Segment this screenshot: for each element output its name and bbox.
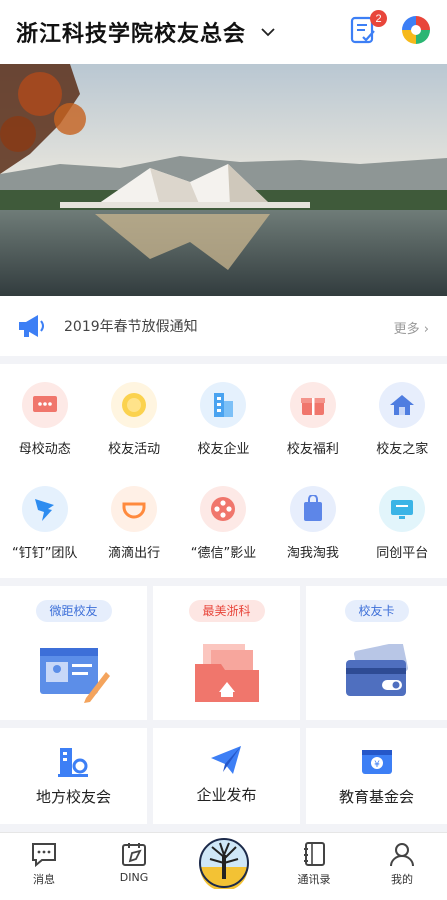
- tab-messages[interactable]: 消息: [14, 841, 74, 887]
- card-pill: 最美浙科: [188, 600, 265, 622]
- chevron-down-icon[interactable]: [260, 24, 276, 40]
- tab-label: 我的: [391, 873, 413, 886]
- gift-icon: [289, 382, 336, 428]
- grid-item-label: 滴滴出行: [108, 546, 161, 561]
- card-most-beautiful[interactable]: 最美浙科: [153, 586, 300, 720]
- app-switcher-icon[interactable]: [401, 15, 431, 45]
- grid-item-alumni-companies[interactable]: 校友企业: [179, 382, 268, 457]
- tab-contacts[interactable]: 通讯录: [284, 841, 344, 887]
- more-link[interactable]: 更多 ›: [394, 318, 429, 337]
- grid-item-label: 校友之家: [376, 442, 429, 457]
- didi-icon: [111, 486, 158, 532]
- grid-item-label: 校友企业: [197, 442, 250, 457]
- more-label: 更多: [393, 322, 420, 337]
- tab-label: 消息: [33, 873, 55, 886]
- campus-photo: [0, 64, 447, 296]
- feature-grid: 母校动态 校友活动 校友企业 校友福利 校友之家 “钉钉”团队 滴滴出行 “德信…: [0, 364, 447, 578]
- card-pill: 校友卡: [344, 600, 409, 622]
- grid-item-school-news[interactable]: 母校动态: [0, 382, 89, 457]
- grid-item-tongchuang[interactable]: 同创平台: [358, 486, 447, 561]
- grid-item-dingtalk-team[interactable]: “钉钉”团队: [0, 486, 89, 561]
- grid-item-alumni-home[interactable]: 校友之家: [358, 382, 447, 457]
- grid-item-didi[interactable]: 滴滴出行: [89, 486, 178, 561]
- grid-row-2: “钉钉”团队 滴滴出行 “德信”影业 淘我淘我 同创平台: [0, 486, 447, 561]
- school-logo-icon: [199, 838, 249, 889]
- task-list-button[interactable]: 2: [349, 10, 387, 46]
- profile-card-icon: [40, 648, 110, 703]
- ding-icon: [122, 843, 146, 866]
- card-local-alumni[interactable]: 地方校友会: [0, 728, 147, 824]
- tab-label: DING: [119, 871, 149, 884]
- home-icon: [379, 382, 426, 428]
- card-company-post[interactable]: 企业发布: [153, 728, 300, 824]
- grid-row-1: 母校动态 校友活动 校友企业 校友福利 校友之家: [0, 382, 447, 457]
- grid-item-label: 校友福利: [286, 442, 339, 457]
- grid-item-alumni-benefits[interactable]: 校友福利: [268, 382, 357, 457]
- notice-text[interactable]: 2019年春节放假通知: [64, 316, 198, 336]
- grid-item-label: 淘我淘我: [286, 546, 339, 561]
- card-alumni-card[interactable]: 校友卡: [306, 586, 447, 720]
- grid-item-label: 校友活动: [108, 442, 161, 457]
- org-title[interactable]: 浙江科技学院校友总会: [16, 16, 246, 48]
- bottom-tab-bar: 消息 DING 通讯录 我的: [0, 832, 447, 900]
- message-icon: [32, 843, 56, 867]
- fund-wallet-icon: ¥: [362, 750, 392, 774]
- grid-item-dexin-film[interactable]: “德信”影业: [179, 486, 268, 561]
- grid-item-label: 母校动态: [18, 442, 71, 457]
- shopping-bag-icon: [289, 486, 336, 532]
- tab-home[interactable]: [194, 837, 254, 889]
- film-icon: [200, 486, 247, 532]
- svg-text:¥: ¥: [374, 760, 380, 770]
- tab-mine[interactable]: 我的: [372, 841, 432, 887]
- building-icon: [200, 382, 247, 428]
- grid-item-label: “德信”影业: [190, 546, 257, 561]
- platform-icon: [379, 486, 426, 532]
- app-header: 浙江科技学院校友总会 2: [0, 0, 447, 64]
- dingtalk-icon: [21, 486, 68, 532]
- grid-item-alumni-events[interactable]: 校友活动: [89, 382, 178, 457]
- notification-badge: 2: [370, 10, 387, 27]
- address-book-icon: [304, 842, 325, 866]
- grid-item-taowo[interactable]: 淘我淘我: [268, 486, 357, 561]
- news-icon: [21, 382, 68, 428]
- notice-bar[interactable]: 2019年春节放假通知 更多 ›: [0, 296, 447, 356]
- location-building-icon: [58, 748, 88, 777]
- card-micro-alumni[interactable]: 微距校友: [0, 586, 147, 720]
- photo-folder-icon: [195, 644, 259, 702]
- card-pill: 微距校友: [35, 600, 112, 622]
- grid-item-label: 同创平台: [376, 546, 429, 561]
- campus-banner[interactable]: [0, 64, 447, 296]
- card-education-fund[interactable]: ¥ 教育基金会: [306, 728, 447, 824]
- tab-label: 通讯录: [297, 873, 331, 886]
- user-icon: [390, 843, 414, 867]
- megaphone-icon: [19, 315, 44, 337]
- card-label: 地方校友会: [35, 788, 111, 806]
- tab-ding[interactable]: DING: [104, 841, 164, 884]
- paper-plane-icon: [211, 746, 241, 774]
- bank-card-icon: [346, 644, 409, 696]
- card-label: 企业发布: [196, 786, 257, 804]
- card-label: 教育基金会: [338, 788, 414, 806]
- activity-icon: [111, 382, 158, 428]
- grid-item-label: “钉钉”团队: [11, 546, 78, 561]
